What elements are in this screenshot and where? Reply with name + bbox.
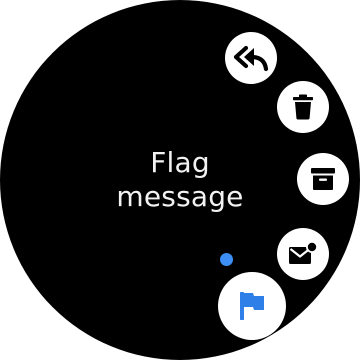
- flag-button[interactable]: [218, 272, 286, 340]
- screen: Flag message: [0, 0, 360, 360]
- selection-indicator: [220, 253, 233, 266]
- reply-all-button[interactable]: [225, 32, 277, 84]
- delete-button[interactable]: [277, 81, 329, 133]
- mark-unread-button[interactable]: [277, 228, 329, 280]
- archive-icon: [311, 168, 335, 190]
- trash-icon: [293, 94, 313, 120]
- action-title: Flag message: [90, 146, 270, 214]
- action-title-line1: Flag: [150, 146, 210, 179]
- reply-all-icon: [233, 45, 269, 72]
- mail-unread-icon: [289, 241, 318, 264]
- flag-icon: [240, 292, 264, 320]
- watch-face: Flag message: [0, 0, 360, 360]
- action-title-line2: message: [116, 180, 244, 213]
- archive-button[interactable]: [297, 153, 349, 205]
